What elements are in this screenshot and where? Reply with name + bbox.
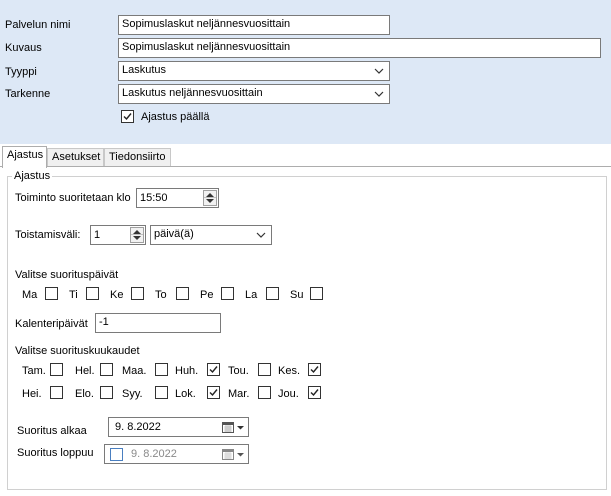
caret-up-icon [133,230,141,234]
scheduling-on-label: Ajastus päällä [141,111,210,123]
run-time-spinner[interactable] [203,190,217,206]
caret-down-icon[interactable] [236,448,245,460]
month-checkbox[interactable] [258,386,271,399]
month-label: Elo. [75,388,94,400]
repeat-unit-select[interactable]: päivä(ä) [150,225,272,245]
weekday-label: La [245,289,258,301]
weekday-label: Ke [110,289,124,301]
repeat-value: 1 [94,229,101,241]
tab-tiedonsiirto[interactable]: Tiedonsiirto [104,148,171,167]
checkmark-icon [123,113,132,121]
spin-down-button[interactable] [204,198,216,205]
weekday-checkbox[interactable] [45,287,58,300]
month-checkbox[interactable] [258,363,271,376]
start-date-picker[interactable]: 9. 8.2022 [108,417,249,437]
end-date-label: Suoritus loppuu [17,447,94,459]
checkmark-icon [209,366,218,374]
end-date-enable-checkbox[interactable] [110,448,123,461]
start-date-value: 9. 8.2022 [115,421,161,433]
description-input[interactable]: Sopimuslaskut neljännesvuosittain [118,38,601,58]
weekday-checkbox[interactable] [266,287,279,300]
start-date-label: Suoritus alkaa [17,425,87,437]
months-title: Valitse suorituskuukaudet [15,345,140,357]
schedule-group-title: Ajastus [12,170,53,183]
repeat-spinner[interactable] [130,227,144,243]
spin-up-button[interactable] [131,228,143,235]
caret-down-icon [133,236,141,240]
month-label: Lok. [175,388,196,400]
run-time-label: Toiminto suoritetaan klo [15,192,131,204]
specifier-select-value: Laskutus neljännesvuosittain [122,87,263,99]
type-select[interactable]: Laskutus [118,61,390,81]
caret-down-icon[interactable] [236,421,245,433]
caret-up-icon [206,193,214,197]
run-time-value: 15:50 [140,192,168,204]
end-date-value: 9. 8.2022 [131,448,177,460]
type-label: Tyyppi [5,66,37,78]
month-checkbox[interactable] [207,363,220,376]
caret-down-icon [206,199,214,203]
month-checkbox[interactable] [308,363,321,376]
checkmark-icon [209,389,218,397]
repeat-input[interactable]: 1 [90,225,146,245]
month-label: Hel. [75,365,95,377]
month-label: Huh. [175,365,199,377]
weekday-label: Ma [22,289,38,301]
tab-strip: Ajastus Asetukset Tiedonsiirto [0,146,611,168]
repeat-label: Toistamisväli: [15,229,81,241]
weekday-checkbox[interactable] [86,287,99,300]
weekday-label: Su [290,289,304,301]
repeat-unit-value: päivä(ä) [154,228,194,240]
end-date-picker[interactable]: 9. 8.2022 [104,444,249,464]
weekday-checkbox[interactable] [310,287,323,300]
specifier-label: Tarkenne [5,88,51,100]
spin-up-button[interactable] [204,191,216,198]
checkmark-icon [310,366,319,374]
schedule-groupbox [7,176,607,490]
tab-asetukset[interactable]: Asetukset [47,148,104,167]
calendar-days-input[interactable]: -1 [95,313,221,333]
chevron-down-icon [374,68,384,74]
month-label: Tam. [22,365,46,377]
description-label: Kuvaus [5,42,42,54]
month-checkbox[interactable] [50,363,63,376]
chevron-down-icon [256,232,266,238]
month-label: Mar. [228,388,250,400]
month-label: Syy. [122,388,143,400]
weekday-label: Pe [200,289,214,301]
scheduling-on-checkbox[interactable] [121,110,134,123]
spin-down-button[interactable] [131,235,143,242]
service-name-label: Palvelun nimi [5,19,71,31]
month-label: Maa. [122,365,147,377]
month-checkbox[interactable] [207,386,220,399]
calendar-icon [222,422,234,433]
calendar-days-label: Kalenteripäivät [15,318,88,330]
month-label: Kes. [278,365,301,377]
month-label: Jou. [278,388,299,400]
weekday-checkbox[interactable] [176,287,189,300]
checkmark-icon [310,389,319,397]
month-checkbox[interactable] [155,386,168,399]
month-label: Tou. [228,365,249,377]
specifier-select[interactable]: Laskutus neljännesvuosittain [118,84,390,104]
service-name-input[interactable]: Sopimuslaskut neljännesvuosittain [118,15,390,35]
weekday-label: To [155,289,167,301]
month-checkbox[interactable] [155,363,168,376]
tab-ajastus[interactable]: Ajastus [2,146,47,168]
month-checkbox[interactable] [50,386,63,399]
weekday-label: Ti [69,289,78,301]
chevron-down-icon [374,91,384,97]
calendar-icon [222,449,234,460]
month-label: Hei. [22,388,42,400]
weekday-checkbox[interactable] [221,287,234,300]
weekday-checkbox[interactable] [131,287,144,300]
month-checkbox[interactable] [100,386,113,399]
weekdays-title: Valitse suorituspäivät [15,269,119,281]
month-checkbox[interactable] [308,386,321,399]
type-select-value: Laskutus [122,64,167,76]
run-time-input[interactable]: 15:50 [136,188,219,208]
month-checkbox[interactable] [100,363,113,376]
